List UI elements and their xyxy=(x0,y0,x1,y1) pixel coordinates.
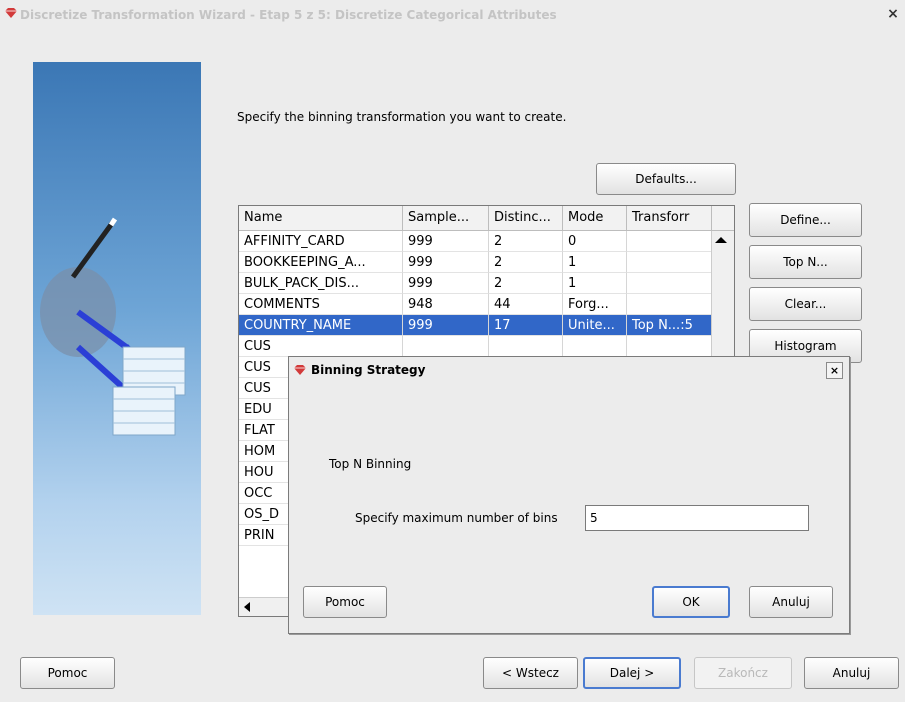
table-row[interactable]: BULK_PACK_DIS... 999 2 1 xyxy=(239,273,712,294)
column-header-sample[interactable]: Sample... xyxy=(403,206,489,230)
table-cell: Unite... xyxy=(563,315,627,336)
table-row[interactable]: AFFINITY_CARD 999 2 0 xyxy=(239,231,712,252)
table-cell: 1 xyxy=(563,252,627,273)
dialog-cancel-button[interactable]: Anuluj xyxy=(749,586,833,618)
table-header: Name Sample... Distinc... Mode Transforr xyxy=(239,206,734,231)
table-row[interactable]: COMMENTS 948 44 Forg... xyxy=(239,294,712,315)
next-button[interactable]: Dalej > xyxy=(583,657,681,689)
table-cell: 999 xyxy=(403,252,489,273)
cancel-button[interactable]: Anuluj xyxy=(804,657,899,689)
instruction-text: Specify the binning transformation you w… xyxy=(237,110,567,124)
table-cell xyxy=(627,336,712,357)
table-cell: CUS xyxy=(239,336,403,357)
column-header-distinct[interactable]: Distinc... xyxy=(489,206,563,230)
table-cell xyxy=(627,294,712,315)
defaults-button[interactable]: Defaults... xyxy=(596,163,736,195)
table-cell: 999 xyxy=(403,273,489,294)
table-cell: 17 xyxy=(489,315,563,336)
help-button[interactable]: Pomoc xyxy=(20,657,115,689)
dialog-titlebar: Binning Strategy × xyxy=(289,357,849,383)
table-cell: Top N...:5 xyxy=(627,315,712,336)
clear-button[interactable]: Clear... xyxy=(749,287,862,321)
max-bins-label: Specify maximum number of bins xyxy=(355,511,558,525)
binning-strategy-dialog: Binning Strategy × Top N Binning Specify… xyxy=(288,356,850,634)
table-cell xyxy=(563,336,627,357)
window-close-button[interactable]: × xyxy=(885,6,901,22)
scroll-up-arrow-icon[interactable] xyxy=(715,237,727,243)
table-cell: 999 xyxy=(403,315,489,336)
dialog-gem-icon xyxy=(294,365,306,375)
table-cell: 2 xyxy=(489,273,563,294)
column-header-transform[interactable]: Transforr xyxy=(627,206,712,230)
table-row[interactable]: BOOKKEEPING_A... 999 2 1 xyxy=(239,252,712,273)
table-cell xyxy=(627,231,712,252)
table-cell: COUNTRY_NAME xyxy=(239,315,403,336)
table-cell: BULK_PACK_DIS... xyxy=(239,273,403,294)
table-cell: 1 xyxy=(563,273,627,294)
table-cell: BOOKKEEPING_A... xyxy=(239,252,403,273)
window-titlebar: Discretize Transformation Wizard - Etap … xyxy=(0,0,905,30)
column-header-mode[interactable]: Mode xyxy=(563,206,627,230)
table-cell: 2 xyxy=(489,231,563,252)
column-header-name[interactable]: Name xyxy=(239,206,403,230)
table-cell xyxy=(627,252,712,273)
table-row[interactable]: CUS xyxy=(239,336,712,357)
back-button[interactable]: < Wstecz xyxy=(483,657,578,689)
app-gem-icon xyxy=(5,8,17,18)
table-cell: AFFINITY_CARD xyxy=(239,231,403,252)
wand-tables-icon xyxy=(40,217,186,436)
window-title: Discretize Transformation Wizard - Etap … xyxy=(20,8,557,22)
table-cell: 999 xyxy=(403,231,489,252)
table-cell: Forg... xyxy=(563,294,627,315)
table-cell xyxy=(489,336,563,357)
wizard-illustration xyxy=(33,62,201,615)
top-n-button[interactable]: Top N... xyxy=(749,245,862,279)
table-cell xyxy=(403,336,489,357)
dialog-help-button[interactable]: Pomoc xyxy=(303,586,387,618)
max-bins-input[interactable]: 5 xyxy=(585,505,809,531)
table-cell: 44 xyxy=(489,294,563,315)
table-cell: COMMENTS xyxy=(239,294,403,315)
table-cell: 0 xyxy=(563,231,627,252)
scroll-left-arrow-icon[interactable] xyxy=(244,602,250,612)
dialog-close-button[interactable]: × xyxy=(826,362,843,379)
table-row[interactable]: COUNTRY_NAME 999 17 Unite... Top N...:5 xyxy=(239,315,712,336)
dialog-heading: Top N Binning xyxy=(329,457,412,471)
table-cell: 948 xyxy=(403,294,489,315)
dialog-ok-button[interactable]: OK xyxy=(652,586,730,618)
finish-button[interactable]: Zakończ xyxy=(694,657,792,689)
table-cell xyxy=(627,273,712,294)
define-button[interactable]: Define... xyxy=(749,203,862,237)
table-cell: 2 xyxy=(489,252,563,273)
dialog-title: Binning Strategy xyxy=(311,363,426,377)
